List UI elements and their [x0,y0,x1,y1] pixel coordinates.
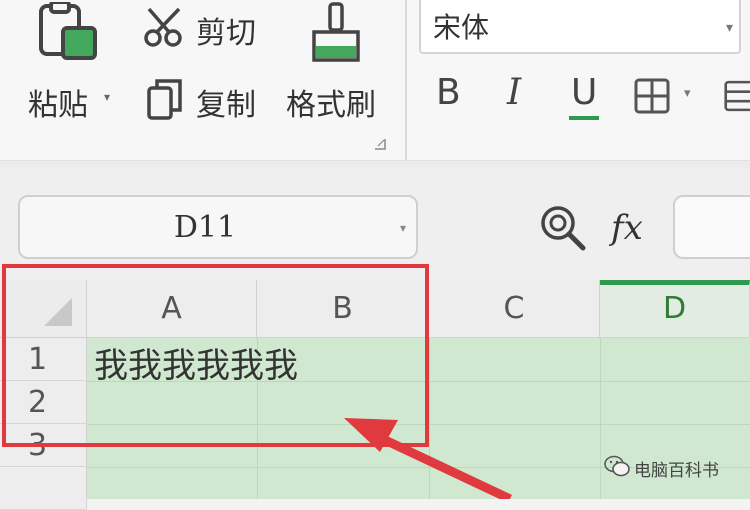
ribbon-group-divider [405,0,407,160]
cut-button[interactable]: 剪切 [140,0,265,56]
scissors-icon [144,7,182,47]
paste-label: 粘贴 [28,88,88,123]
gridline [600,338,601,499]
chevron-down-icon: ▾ [725,20,733,36]
paste-dropdown-icon[interactable]: ▾ [104,90,110,104]
row-header-4[interactable] [0,467,87,510]
underline-label: U [571,72,598,113]
column-header-c[interactable]: C [429,280,600,338]
column-header-d[interactable]: D [600,280,750,338]
dialog-launcher-icon[interactable] [374,138,386,150]
copy-icon [147,79,182,120]
gridline [429,338,430,499]
paste-button[interactable]: 粘贴 ▾ [20,0,125,130]
format-painter-icon [312,2,360,62]
borders-button[interactable]: ▾ [634,78,704,118]
name-box[interactable]: D11 ▾ [18,195,418,259]
zoom-search-icon[interactable] [538,203,588,253]
cut-label: 剪切 [196,16,256,51]
ribbon: 粘贴 ▾ 剪切 复制 格式刷 宋体 ▾ B I U ▾ [0,0,750,160]
font-name-value: 宋体 [433,11,490,44]
formula-input[interactable] [673,195,750,259]
format-painter-label: 格式刷 [286,88,376,123]
watermark-text: 电脑百科书 [634,461,719,481]
clipboard-group: 粘贴 ▾ 剪切 复制 格式刷 [0,0,405,160]
borders-dropdown-icon[interactable]: ▾ [684,86,691,101]
borders-icon [634,78,670,114]
format-painter-button[interactable]: 格式刷 [282,0,392,130]
annotation-highlight-box [2,264,429,447]
name-box-value: D11 [173,210,237,245]
underline-button[interactable]: U [567,72,603,122]
italic-button[interactable]: I [507,72,521,113]
wechat-icon [604,455,630,477]
copy-button[interactable]: 复制 [140,72,265,128]
copy-label: 复制 [196,88,256,123]
bold-button[interactable]: B [436,72,461,113]
underline-color-bar [569,116,599,120]
font-name-select[interactable]: 宋体 ▾ [419,0,741,54]
merge-cells-icon[interactable] [724,78,750,114]
insert-function-button[interactable]: fx [611,208,643,248]
paste-icon [39,2,97,60]
name-box-chevron-icon[interactable]: ▾ [400,221,406,235]
